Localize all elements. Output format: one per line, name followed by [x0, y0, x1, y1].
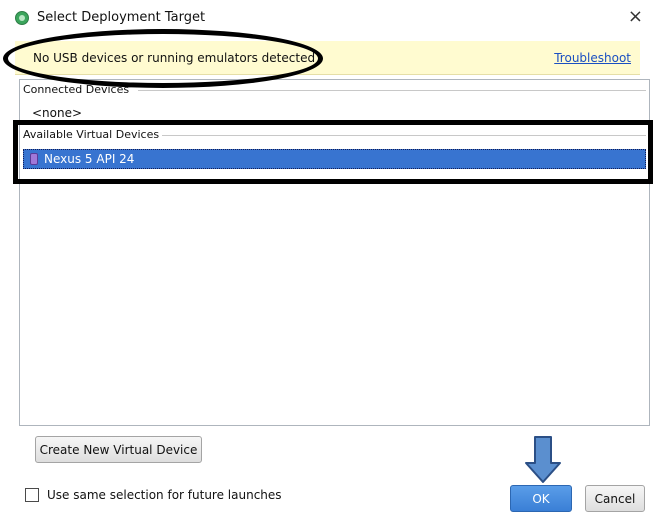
same-selection-label: Use same selection for future launches	[47, 488, 282, 502]
troubleshoot-link[interactable]: Troubleshoot	[554, 51, 631, 65]
connected-device-none[interactable]: <none>	[32, 106, 82, 120]
create-new-virtual-device-button[interactable]: Create New Virtual Device	[35, 436, 202, 463]
same-selection-checkbox[interactable]	[25, 488, 39, 502]
window-title: Select Deployment Target	[37, 10, 206, 25]
android-studio-icon	[15, 11, 29, 25]
cancel-button[interactable]: Cancel	[585, 485, 645, 512]
close-icon[interactable]: ×	[628, 6, 643, 27]
annotation-ellipse	[3, 29, 323, 88]
down-arrow-icon	[525, 436, 561, 483]
annotation-rectangle	[13, 120, 653, 184]
ok-button[interactable]: OK	[510, 485, 572, 512]
group-divider	[138, 90, 646, 91]
